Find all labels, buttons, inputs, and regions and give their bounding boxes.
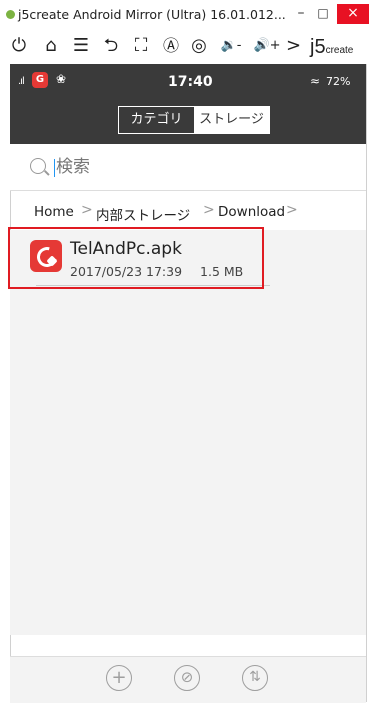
breadcrumb-separator: > <box>286 202 298 218</box>
mirror-toolbar: ⏻ ⌂ ☰ ⮌ ⛶ Ⓐ ◎ 🔉- 🔊+ > j5create <box>0 30 372 65</box>
android-icon: ❀ <box>56 72 67 86</box>
window-titlebar: j5create Android Mirror (Ultra) 16.01.01… <box>0 0 372 30</box>
back-icon[interactable]: ⮌ <box>98 34 124 58</box>
close-button[interactable]: × <box>337 4 369 24</box>
screenshot-icon[interactable]: ◎ <box>186 34 212 58</box>
sort-icon[interactable]: ⇅ <box>242 665 268 691</box>
tab-bar: カテゴリ ストレージ <box>10 98 366 144</box>
volume-up-icon[interactable]: 🔊+ <box>250 34 284 58</box>
file-list: TelAndPc.apk 2017/05/23 17:39 1.5 MB <box>10 230 366 635</box>
status-bar: .ıl G ❀ 17:40 ≈ 72% <box>10 64 366 98</box>
more-icon[interactable]: > <box>286 34 301 58</box>
home-icon[interactable]: ⌂ <box>38 34 64 58</box>
volume-down-icon[interactable]: 🔉- <box>214 34 248 58</box>
fullscreen-icon[interactable]: ⛶ <box>128 34 154 58</box>
signal-icon: .ıl <box>18 76 25 87</box>
keyboard-icon[interactable]: Ⓐ <box>158 34 184 58</box>
maximize-button[interactable]: □ <box>313 4 333 24</box>
window-title: j5create Android Mirror (Ultra) 16.01.01… <box>18 7 286 22</box>
search-icon <box>30 158 46 174</box>
breadcrumb-home[interactable]: Home <box>34 204 74 220</box>
menu-icon[interactable]: ☰ <box>68 34 94 58</box>
app-logo-icon <box>6 10 15 19</box>
notification-app-icon: G <box>32 72 48 88</box>
wifi-icon: ≈ <box>310 74 321 88</box>
brand-main: j5 <box>310 36 326 58</box>
add-icon[interactable]: + <box>106 665 132 691</box>
text-caret <box>54 159 55 177</box>
status-time: 17:40 <box>168 74 213 90</box>
j5create-logo: j5create <box>310 37 353 61</box>
breadcrumb-separator: > <box>203 202 215 218</box>
breadcrumb-separator: > <box>81 202 93 218</box>
selection-highlight <box>8 227 264 289</box>
battery-level: 72% <box>326 75 351 88</box>
breadcrumb-internal-storage[interactable]: 内部ストレージ <box>96 204 190 224</box>
frame-right <box>366 64 372 702</box>
breadcrumb: Home > 内部ストレージ > Download > <box>10 196 366 228</box>
search-bar <box>10 144 366 191</box>
breadcrumb-download[interactable]: Download <box>218 204 285 220</box>
minimize-button[interactable]: – <box>291 4 311 24</box>
segmented-control: カテゴリ ストレージ <box>118 106 270 134</box>
hide-icon[interactable]: ⊘ <box>174 665 200 691</box>
power-icon[interactable]: ⏻ <box>6 34 32 58</box>
bottom-action-bar: + ⊘ ⇅ <box>10 656 366 703</box>
tab-category[interactable]: カテゴリ <box>119 107 194 133</box>
search-input[interactable] <box>56 156 336 178</box>
brand-sub: create <box>325 45 354 56</box>
tab-storage[interactable]: ストレージ <box>194 107 269 133</box>
